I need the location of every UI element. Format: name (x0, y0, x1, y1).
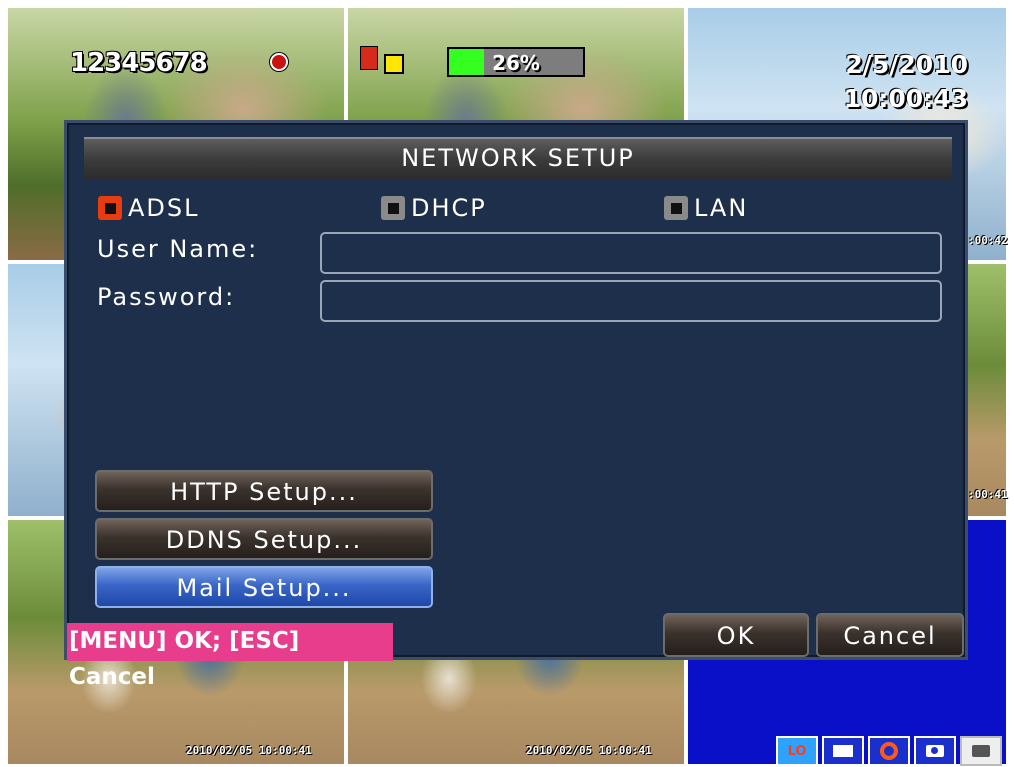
camera-timestamp: :00:42 (968, 234, 1008, 247)
network-setup-dialog: NETWORK SETUP ADSL DHCP LAN User Name: P… (64, 120, 968, 690)
ddns-setup-button[interactable]: DDNS Setup... (95, 518, 433, 560)
ok-button[interactable]: OK (663, 613, 809, 657)
cancel-button[interactable]: Cancel (816, 613, 964, 657)
radio-dhcp-label: DHCP (411, 194, 487, 222)
date-label: 2/5/2010 (845, 50, 968, 79)
lo-icon[interactable]: LO (776, 736, 818, 766)
dialog-title: NETWORK SETUP (84, 137, 952, 179)
network-icon (360, 46, 378, 70)
radio-adsl[interactable]: ADSL (98, 193, 200, 223)
camera-timestamp: :00:41 (968, 488, 1008, 501)
camera-timestamp: 2010/02/05 10:00:41 (186, 744, 312, 757)
channel-numbers: 12345678 (70, 48, 208, 78)
radio-unchecked-icon (664, 196, 688, 220)
snapshot-icon[interactable] (960, 736, 1002, 766)
username-field[interactable] (320, 232, 942, 274)
help-hint: [MENU] OK; [ESC] Cancel (67, 623, 393, 690)
record-icon[interactable] (868, 736, 910, 766)
password-label: Password: (97, 283, 236, 311)
record-indicator-icon (270, 53, 288, 71)
camera-timestamp: 2010/02/05 10:00:41 (526, 744, 652, 757)
radio-lan-label: LAN (694, 194, 749, 222)
http-setup-button[interactable]: HTTP Setup... (95, 470, 433, 512)
lock-icon (384, 54, 404, 74)
time-label: 10:00:43 (843, 84, 968, 113)
camera-icon[interactable] (914, 736, 956, 766)
datetime: 2/5/2010 10:00:43 (844, 48, 968, 116)
radio-unchecked-icon (381, 196, 405, 220)
hdd-usage-bar: 26% (447, 47, 585, 77)
radio-checked-icon (98, 196, 122, 220)
bottom-toolbar: LO (776, 736, 1002, 766)
screen-icon[interactable] (822, 736, 864, 766)
username-label: User Name: (97, 235, 259, 263)
mail-setup-button[interactable]: Mail Setup... (95, 566, 433, 608)
password-field[interactable] (320, 280, 942, 322)
radio-lan[interactable]: LAN (664, 193, 748, 223)
radio-dhcp[interactable]: DHCP (381, 193, 487, 223)
radio-adsl-label: ADSL (128, 194, 200, 222)
hdd-usage-label: 26% (492, 51, 540, 75)
